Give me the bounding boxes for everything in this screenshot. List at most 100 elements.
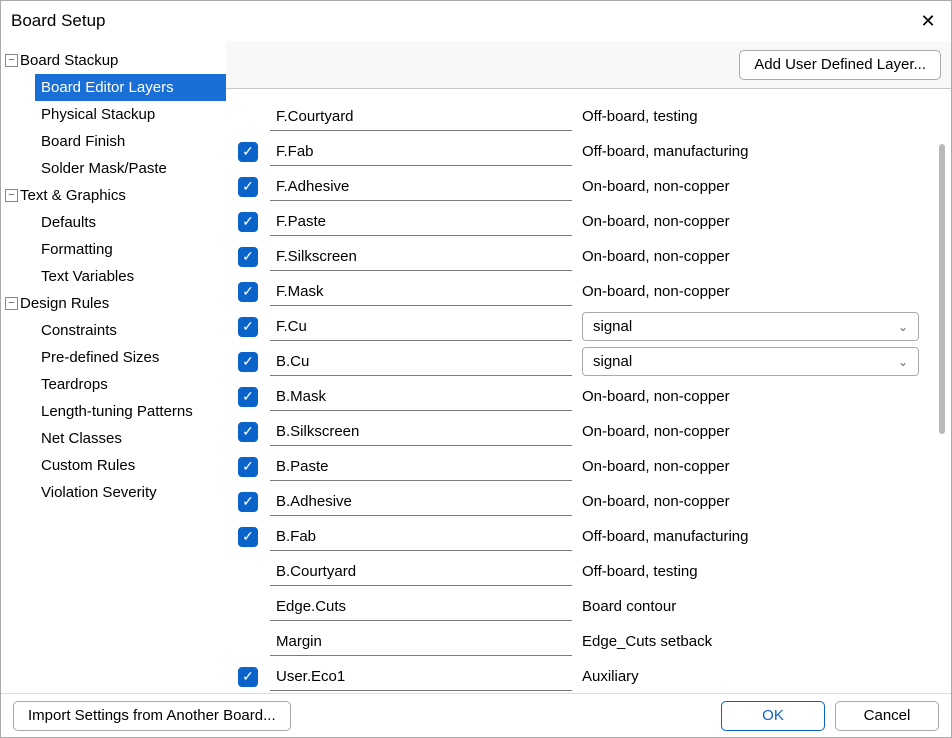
layer-type-cell: Board contour bbox=[578, 592, 923, 621]
layer-type-label: Board contour bbox=[582, 598, 676, 615]
tree-item[interactable]: Board Editor Layers bbox=[35, 74, 226, 101]
layer-name-label: B.Paste bbox=[276, 458, 329, 475]
layer-checkbox[interactable]: ✓ bbox=[238, 247, 258, 267]
tree-item[interactable]: Length-tuning Patterns bbox=[35, 398, 226, 425]
tree-item-label: Formatting bbox=[41, 241, 113, 258]
tree-item[interactable]: Constraints bbox=[35, 317, 226, 344]
import-settings-button[interactable]: Import Settings from Another Board... bbox=[13, 701, 291, 731]
layer-check-cell: ✓ bbox=[232, 457, 264, 477]
layer-name-field[interactable]: F.Mask bbox=[270, 277, 572, 306]
layer-checkbox[interactable]: ✓ bbox=[238, 177, 258, 197]
collapse-icon[interactable]: − bbox=[5, 189, 18, 202]
layer-name-field[interactable]: B.Paste bbox=[270, 452, 572, 481]
layer-name-field[interactable]: F.Adhesive bbox=[270, 172, 572, 201]
tree-group-header[interactable]: −Text & Graphics bbox=[5, 182, 226, 209]
collapse-icon[interactable]: − bbox=[5, 297, 18, 310]
layer-type-cell: Edge_Cuts setback bbox=[578, 627, 923, 656]
layer-check-cell bbox=[232, 562, 264, 582]
layer-row: ✓B.MaskOn-board, non-copper bbox=[232, 379, 933, 414]
layer-row: ✓ F.Cu signal⌄ bbox=[232, 309, 933, 344]
layer-type-label: On-board, non-copper bbox=[582, 283, 730, 300]
dialog-body: −Board Stackup Board Editor Layers Physica… bbox=[1, 41, 951, 693]
layer-checkbox[interactable]: ✓ bbox=[238, 212, 258, 232]
layer-type-cell: Off-board, manufacturing bbox=[578, 137, 923, 166]
layer-name-field[interactable]: F.Silkscreen bbox=[270, 242, 572, 271]
layer-name-field[interactable]: B.Mask bbox=[270, 382, 572, 411]
tree-group-children: Board Editor Layers Physical Stackup Board… bbox=[5, 74, 226, 182]
tree-item-label: Custom Rules bbox=[41, 457, 135, 474]
layer-row: ✓ B.Cu signal⌄ bbox=[232, 344, 933, 379]
tree-item-label: Board Editor Layers bbox=[41, 79, 174, 96]
layer-row: F.CourtyardOff-board, testing bbox=[232, 99, 933, 134]
tree-group-children: ConstraintsPre-defined SizesTeardropsLen… bbox=[5, 317, 226, 506]
cancel-button[interactable]: Cancel bbox=[835, 701, 939, 731]
tree-group-header[interactable]: −Design Rules bbox=[5, 290, 226, 317]
layer-row: ✓ F.Adhesive On-board, non-copper bbox=[232, 169, 933, 204]
layer-checkbox[interactable]: ✓ bbox=[238, 667, 258, 687]
layer-check-cell: ✓ bbox=[232, 247, 264, 267]
tree-item[interactable]: Physical Stackup bbox=[35, 101, 226, 128]
tree-item[interactable]: Defaults bbox=[35, 209, 226, 236]
tree-item[interactable]: Formatting bbox=[35, 236, 226, 263]
titlebar: Board Setup ✕ bbox=[1, 1, 951, 41]
layer-type-cell: On-board, non-copper bbox=[578, 277, 923, 306]
tree-item[interactable]: Violation Severity bbox=[35, 479, 226, 506]
layer-name-label: Margin bbox=[276, 633, 322, 650]
close-button[interactable]: ✕ bbox=[905, 1, 951, 41]
tree-item[interactable]: Teardrops bbox=[35, 371, 226, 398]
layer-type-cell: On-board, non-copper bbox=[578, 452, 923, 481]
layer-type-cell: signal⌄ bbox=[578, 347, 923, 376]
layer-type-select[interactable]: signal⌄ bbox=[582, 347, 919, 376]
layer-name-field[interactable]: Edge.Cuts bbox=[270, 592, 572, 621]
layer-name-field[interactable]: B.Adhesive bbox=[270, 487, 572, 516]
tree-item[interactable]: Pre-defined Sizes bbox=[35, 344, 226, 371]
layer-checkbox[interactable]: ✓ bbox=[238, 352, 258, 372]
layer-checkbox[interactable]: ✓ bbox=[238, 527, 258, 547]
layer-name-field[interactable]: B.Courtyard bbox=[270, 557, 572, 586]
layer-name-field[interactable]: B.Fab bbox=[270, 522, 572, 551]
tree-item[interactable]: Custom Rules bbox=[35, 452, 226, 479]
layer-name-field[interactable]: B.Silkscreen bbox=[270, 417, 572, 446]
layer-type-label: On-board, non-copper bbox=[582, 178, 730, 195]
tree-item-label: Physical Stackup bbox=[41, 106, 155, 123]
layer-type-label: On-board, non-copper bbox=[582, 458, 730, 475]
layer-type-cell: Off-board, testing bbox=[578, 102, 923, 131]
layer-name-label: B.Courtyard bbox=[276, 563, 356, 580]
layer-checkbox[interactable]: ✓ bbox=[238, 317, 258, 337]
layer-name-field[interactable]: User.Eco1 bbox=[270, 662, 572, 691]
layer-checkbox[interactable]: ✓ bbox=[238, 142, 258, 162]
layer-checkbox[interactable]: ✓ bbox=[238, 282, 258, 302]
scrollbar[interactable] bbox=[933, 89, 951, 693]
layer-type-cell: signal⌄ bbox=[578, 312, 923, 341]
layer-type-cell: On-board, non-copper bbox=[578, 487, 923, 516]
ok-button[interactable]: OK bbox=[721, 701, 825, 731]
layer-name-field[interactable]: F.Paste bbox=[270, 207, 572, 236]
layer-checkbox[interactable]: ✓ bbox=[238, 422, 258, 442]
add-user-defined-layer-button[interactable]: Add User Defined Layer... bbox=[739, 50, 941, 80]
collapse-icon[interactable]: − bbox=[5, 54, 18, 67]
tree-item[interactable]: Net Classes bbox=[35, 425, 226, 452]
layer-row: ✓User.Eco1Auxiliary bbox=[232, 659, 933, 693]
layer-checkbox[interactable]: ✓ bbox=[238, 457, 258, 477]
layer-name-field[interactable]: Margin bbox=[270, 627, 572, 656]
layer-check-cell: ✓ bbox=[232, 527, 264, 547]
layer-checkbox[interactable]: ✓ bbox=[238, 492, 258, 512]
scrollbar-thumb[interactable] bbox=[939, 144, 945, 434]
settings-tree: −Board Stackup Board Editor Layers Physica… bbox=[5, 47, 226, 506]
tree-item[interactable]: Solder Mask/Paste bbox=[35, 155, 226, 182]
layer-type-select[interactable]: signal⌄ bbox=[582, 312, 919, 341]
layer-checkbox[interactable]: ✓ bbox=[238, 387, 258, 407]
tree-group-label: Design Rules bbox=[20, 295, 109, 312]
tree-item[interactable]: Board Finish bbox=[35, 128, 226, 155]
layer-name-field[interactable]: B.Cu bbox=[270, 347, 572, 376]
layer-name-label: F.Cu bbox=[276, 318, 307, 335]
layer-name-label: F.Adhesive bbox=[276, 178, 349, 195]
layer-name-field[interactable]: F.Cu bbox=[270, 312, 572, 341]
layer-check-cell: ✓ bbox=[232, 282, 264, 302]
close-icon: ✕ bbox=[920, 11, 935, 32]
layer-name-field[interactable]: F.Fab bbox=[270, 137, 572, 166]
tree-group-header[interactable]: −Board Stackup bbox=[5, 47, 226, 74]
layers-list-wrap: F.CourtyardOff-board, testing ✓ F.FabOff-b… bbox=[226, 89, 951, 693]
tree-item[interactable]: Text Variables bbox=[35, 263, 226, 290]
layer-name-field[interactable]: F.Courtyard bbox=[270, 102, 572, 131]
